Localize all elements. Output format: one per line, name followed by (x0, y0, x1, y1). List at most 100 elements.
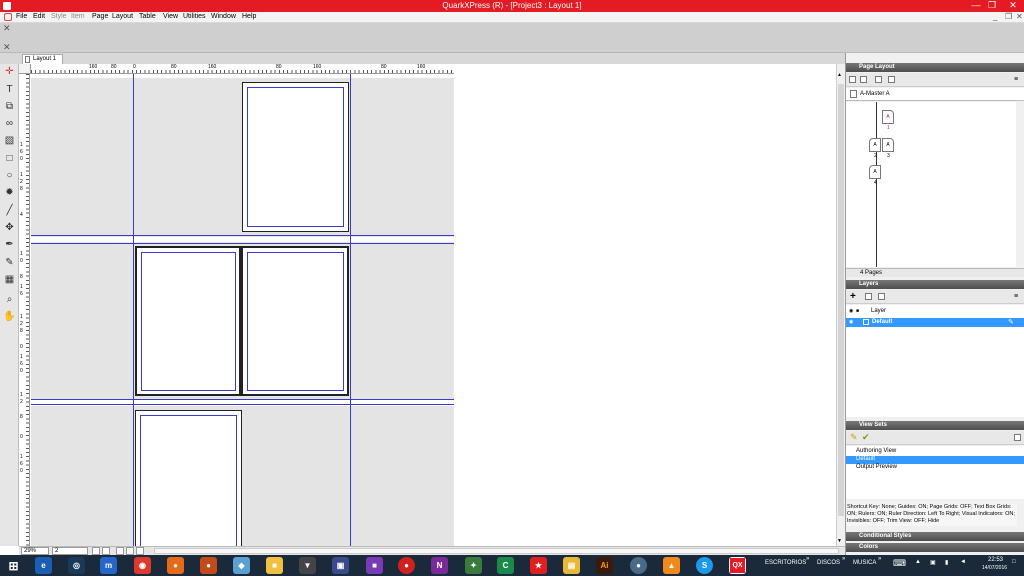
duplicate-icon[interactable] (875, 76, 882, 83)
tab-layout-1[interactable]: Layout 1 (22, 54, 63, 64)
camtasia-icon[interactable]: ✦ (465, 557, 482, 574)
pan-nudge-tool-icon[interactable]: ✥ (3, 221, 16, 234)
quarkxpress-taskbar-icon[interactable]: QX (729, 557, 746, 574)
close-toolbar-icon[interactable]: ✕ (3, 23, 11, 34)
horizontal-guide[interactable] (31, 243, 454, 244)
page-prev-icon[interactable] (92, 547, 100, 555)
toolbar-chevron-icon[interactable]: » (842, 556, 845, 562)
vlc-icon[interactable]: ▲ (663, 557, 680, 574)
view-set-item-selected[interactable]: Default (846, 456, 1024, 464)
folder-app-icon[interactable]: ■ (266, 557, 283, 574)
view-set-item[interactable]: Authoring View (846, 448, 1024, 456)
master-page-label[interactable]: A-Master A (860, 91, 890, 97)
vertical-guide[interactable] (350, 74, 351, 546)
java-icon[interactable]: ● (630, 557, 647, 574)
blank-single-page-icon[interactable] (849, 76, 856, 83)
firefox-icon[interactable]: ● (167, 557, 184, 574)
scroll-up-icon[interactable]: ▲ (837, 72, 844, 78)
horizontal-guide[interactable] (31, 404, 454, 405)
text-content-tool-icon[interactable]: T (3, 83, 16, 96)
colors-header[interactable]: Colors (846, 543, 1024, 552)
view-set-item[interactable]: Output Preview (846, 464, 1024, 472)
windows-start-icon[interactable]: ⊞ (5, 557, 22, 574)
pan-hand-tool-icon[interactable]: ✋ (3, 310, 16, 323)
new-layer-icon[interactable]: + (850, 291, 856, 302)
master-page-icon[interactable] (850, 90, 857, 98)
toolbar-chevron-icon[interactable]: » (806, 556, 809, 562)
panel-menu-icon[interactable]: ≡ (1014, 293, 1018, 300)
page-thumb-4[interactable]: A (869, 165, 881, 179)
line-tool-icon[interactable]: ╱ (3, 204, 16, 217)
ruler-origin[interactable] (19, 64, 31, 74)
menu-page[interactable]: Page (92, 13, 108, 20)
page-thumbnails-area[interactable]: A 1 A 2 A 3 A 4 (846, 102, 1016, 267)
layer-row-default[interactable]: ◉ Default ✎ (846, 318, 1024, 327)
apply-view-set-icon[interactable]: ✔ (862, 432, 870, 443)
menu-window[interactable]: Window (211, 13, 236, 20)
doc-minimize-button[interactable]: _ (993, 12, 997, 21)
export-icon[interactable] (136, 547, 144, 555)
doc-close-button[interactable]: ✕ (1016, 12, 1023, 21)
acrobat-icon[interactable]: ★ (530, 557, 547, 574)
codepen-icon[interactable]: C (497, 557, 514, 574)
minimize-button[interactable]: — (968, 0, 984, 12)
steam-icon[interactable]: ◎ (68, 557, 85, 574)
page-1[interactable] (242, 82, 349, 232)
notifications-icon[interactable]: □ (1012, 559, 1016, 565)
edge-icon[interactable]: e (35, 557, 52, 574)
network-icon[interactable]: ▣ (930, 559, 936, 566)
skype-icon[interactable]: S (696, 557, 713, 574)
text-linking-tool-icon[interactable]: ⧉ (3, 100, 16, 113)
clock-date[interactable]: 14/07/2016 (982, 565, 1007, 571)
menu-utilities[interactable]: Utilities (183, 13, 206, 20)
toolbar-label[interactable]: DISCOS (817, 560, 840, 566)
merge-layer-icon[interactable] (878, 293, 885, 300)
illustrator-icon[interactable]: Ai (596, 557, 613, 574)
starburst-tool-icon[interactable]: ✹ (3, 186, 16, 199)
delete-icon[interactable] (888, 76, 895, 83)
picture-content-tool-icon[interactable]: ▧ (3, 134, 16, 147)
maxthon-icon[interactable]: m (100, 557, 117, 574)
page-number-field[interactable]: 2 (52, 547, 88, 555)
onenote-purple-icon[interactable]: ■ (366, 557, 383, 574)
menu-table[interactable]: Table (139, 13, 156, 20)
close-measurements-icon[interactable]: ✕ (3, 42, 11, 53)
clock-time[interactable]: 22:53 (988, 557, 1003, 563)
view-sets-header[interactable]: View Sets (846, 421, 1024, 430)
vertical-ruler[interactable]: 1 6 0 1 2 8 4 1 0 8 1 6 1 2 8 0 1 6 0 1 … (19, 74, 30, 546)
menu-view[interactable]: View (163, 13, 178, 20)
vertical-guide[interactable] (133, 74, 134, 546)
page-thumb-2[interactable]: A (869, 138, 881, 152)
toolbar-chevron-icon[interactable]: » (878, 556, 881, 562)
page-2[interactable] (135, 246, 241, 396)
zoom-tool-icon[interactable]: ⌕ (3, 293, 16, 306)
menu-file[interactable]: File (16, 13, 27, 20)
table-tool-icon[interactable]: ▦ (3, 273, 16, 286)
scroll-thumb[interactable] (838, 84, 844, 516)
rectangle-box-tool-icon[interactable]: □ (3, 152, 16, 165)
page-next-icon[interactable] (102, 547, 110, 555)
menu-item[interactable]: Item (71, 13, 85, 20)
move-tool-icon[interactable]: ✛ (3, 65, 16, 78)
layers-header[interactable]: Layers (846, 280, 1024, 289)
menu-style[interactable]: Style (51, 13, 67, 20)
horizontal-ruler[interactable]: 160 80 0 80 160 80 160 80 160 (31, 64, 454, 74)
zoom-field[interactable]: 29% (21, 547, 49, 555)
keyboard-icon[interactable]: ⌨ (893, 558, 906, 569)
horizontal-scrollbar[interactable] (154, 548, 839, 554)
menu-help[interactable]: Help (242, 13, 256, 20)
edit-layer-icon[interactable]: ✎ (1008, 318, 1014, 326)
horizontal-guide[interactable] (31, 235, 454, 236)
split-view-icon[interactable] (126, 547, 134, 555)
scroll-down-icon[interactable]: ▼ (837, 538, 844, 544)
pencil-tool-icon[interactable]: ✎ (3, 256, 16, 269)
volume-icon[interactable]: ◄ (960, 559, 966, 565)
vertical-scrollbar[interactable]: ▲ ▼ (836, 64, 845, 546)
record-app-icon[interactable]: ● (398, 557, 415, 574)
page-3[interactable] (241, 246, 349, 396)
save-app-icon[interactable]: ▣ (332, 557, 349, 574)
battery-icon[interactable]: ▮ (945, 559, 948, 566)
oval-box-tool-icon[interactable]: ○ (3, 169, 16, 182)
panel-menu-icon[interactable]: ≡ (1014, 76, 1018, 83)
firefox-dev-icon[interactable]: ● (200, 557, 217, 574)
